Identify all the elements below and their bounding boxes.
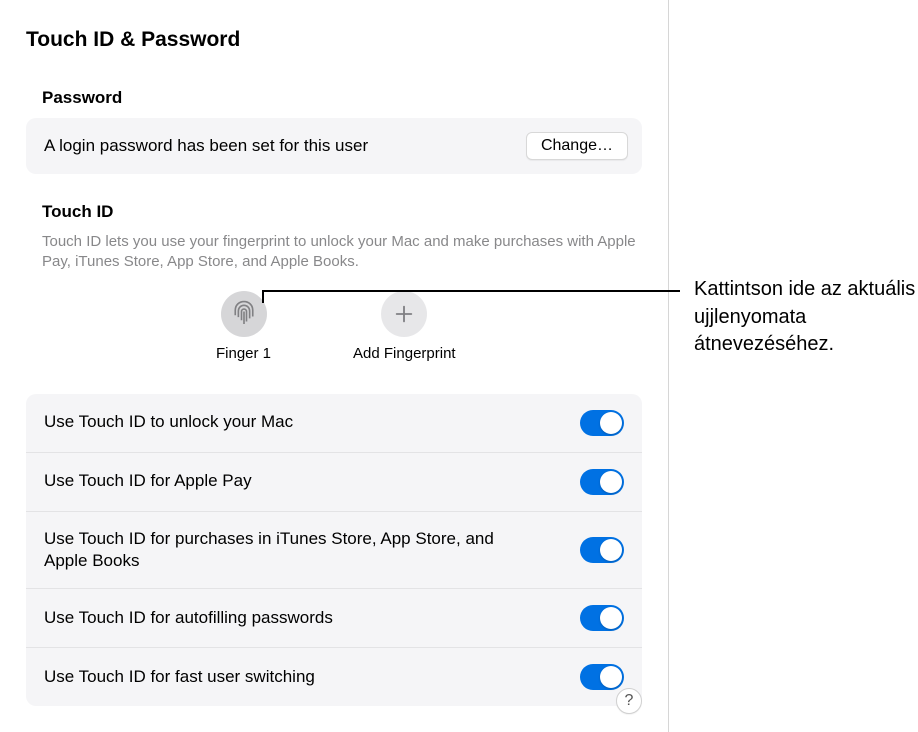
toggle-switch-unlock-mac[interactable] xyxy=(580,410,624,436)
change-password-button[interactable]: Change… xyxy=(526,132,628,160)
fingerprint-item-finger1[interactable]: Finger 1 xyxy=(216,291,271,362)
toggle-row-autofill: Use Touch ID for autofilling passwords xyxy=(26,589,642,648)
toggle-switch-autofill[interactable] xyxy=(580,605,624,631)
toggle-switch-purchases[interactable] xyxy=(580,537,624,563)
page-title: Touch ID & Password xyxy=(26,28,642,52)
touchid-section-title: Touch ID xyxy=(42,202,642,222)
touchid-description: Touch ID lets you use your fingerprint t… xyxy=(42,232,642,273)
toggle-switch-fast-user-switching[interactable] xyxy=(580,664,624,690)
help-button[interactable]: ? xyxy=(616,688,642,714)
toggle-list: Use Touch ID to unlock your Mac Use Touc… xyxy=(26,394,642,706)
settings-panel: Touch ID & Password Password A login pas… xyxy=(0,0,669,732)
password-section-title: Password xyxy=(42,88,642,108)
fingerprint-icon xyxy=(221,291,267,337)
toggle-row-purchases: Use Touch ID for purchases in iTunes Sto… xyxy=(26,512,642,589)
add-fingerprint-label: Add Fingerprint xyxy=(353,345,456,362)
fingerprint-list: Finger 1 Add Fingerprint xyxy=(216,291,642,362)
add-fingerprint-button[interactable]: Add Fingerprint xyxy=(353,291,456,362)
toggle-label: Use Touch ID for Apple Pay xyxy=(44,470,252,492)
toggle-label: Use Touch ID to unlock your Mac xyxy=(44,411,293,433)
toggle-label: Use Touch ID for purchases in iTunes Sto… xyxy=(44,528,524,572)
callout-text: Kattintson ide az aktuális ujjlenyomata … xyxy=(694,276,918,359)
fingerprint-label: Finger 1 xyxy=(216,345,271,362)
toggle-row-unlock-mac: Use Touch ID to unlock your Mac xyxy=(26,394,642,453)
toggle-row-apple-pay: Use Touch ID for Apple Pay xyxy=(26,453,642,512)
plus-icon xyxy=(381,291,427,337)
toggle-switch-apple-pay[interactable] xyxy=(580,469,624,495)
password-status-text: A login password has been set for this u… xyxy=(44,136,368,156)
toggle-row-fast-user-switching: Use Touch ID for fast user switching xyxy=(26,648,642,706)
toggle-label: Use Touch ID for fast user switching xyxy=(44,666,315,688)
password-card: A login password has been set for this u… xyxy=(26,118,642,174)
toggle-label: Use Touch ID for autofilling passwords xyxy=(44,607,333,629)
